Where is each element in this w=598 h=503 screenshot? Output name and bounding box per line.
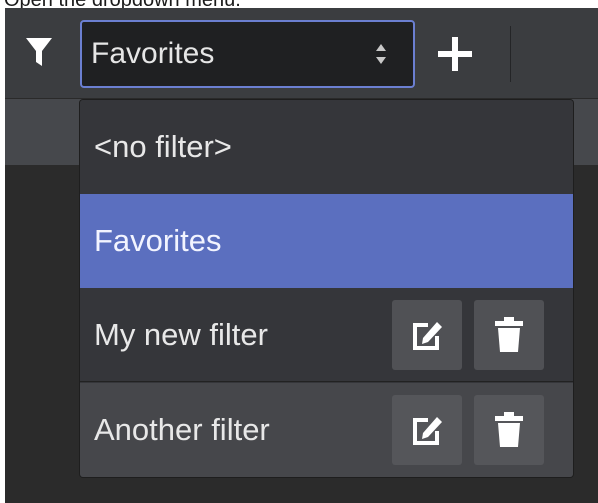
app-window: Favorites <no filter> Favorites My new f… (5, 8, 598, 503)
filter-dropdown-menu: <no filter> Favorites My new filter Anot… (80, 100, 573, 477)
add-filter-button[interactable] (433, 32, 477, 76)
delete-filter-button[interactable] (474, 395, 544, 465)
trash-icon (495, 317, 523, 352)
up-down-arrows-icon (375, 42, 387, 66)
edit-icon (413, 322, 442, 350)
dropdown-option-another-filter[interactable]: Another filter (80, 383, 573, 477)
option-label: Another filter (94, 412, 270, 447)
filter-select-value: Favorites (91, 37, 215, 70)
edit-filter-button[interactable] (392, 300, 462, 370)
delete-filter-button[interactable] (474, 300, 544, 370)
dropdown-option-no-filter[interactable]: <no filter> (80, 100, 573, 194)
trash-icon (495, 412, 523, 447)
filter-select[interactable]: Favorites (80, 20, 415, 88)
option-label: Favorites (94, 223, 222, 258)
edit-filter-button[interactable] (392, 395, 462, 465)
option-label: My new filter (94, 317, 268, 352)
toolbar: Favorites (5, 8, 598, 99)
plus-icon (438, 37, 472, 71)
dropdown-option-my-new-filter[interactable]: My new filter (80, 288, 573, 382)
option-label: <no filter> (94, 129, 232, 164)
dropdown-option-favorites[interactable]: Favorites (80, 194, 573, 288)
edit-icon (413, 417, 442, 445)
filter-funnel-icon (25, 36, 53, 68)
toolbar-divider (510, 26, 511, 82)
